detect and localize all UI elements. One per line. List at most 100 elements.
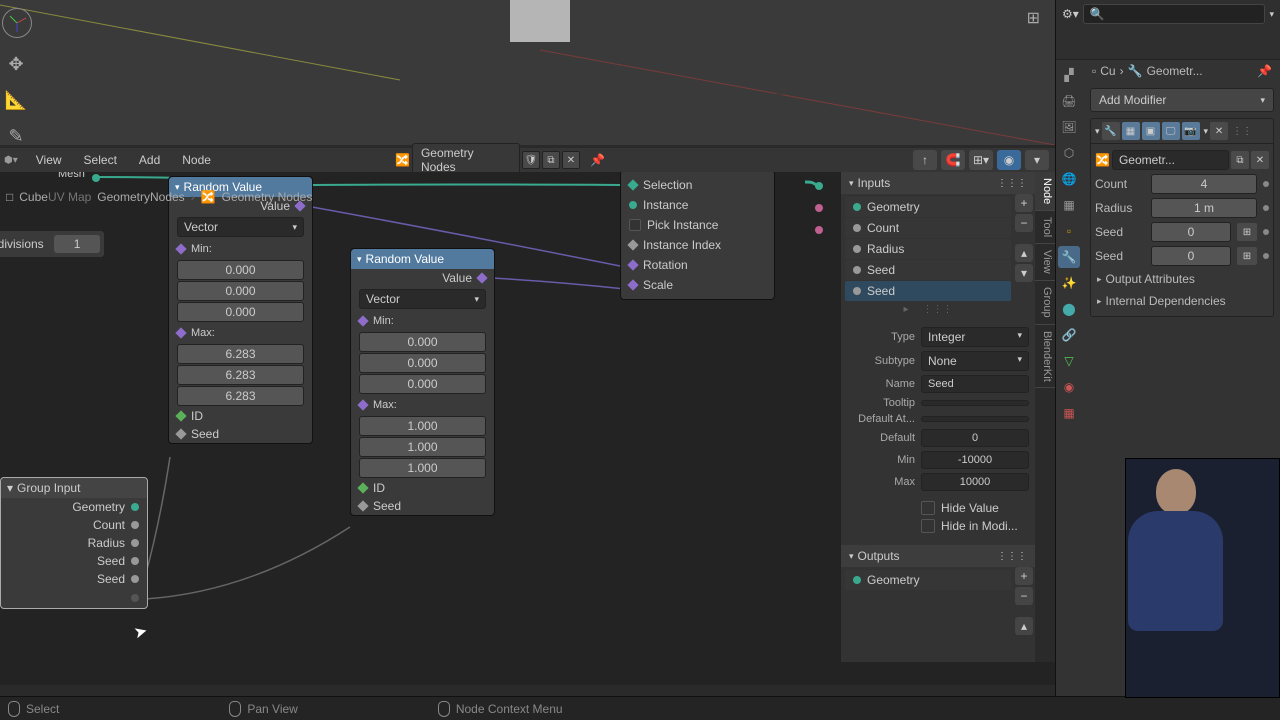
snap-menu[interactable]: ⊞▾ (969, 150, 993, 170)
collapse-icon[interactable]: ▾ (7, 481, 13, 495)
add-input-button[interactable]: + (1015, 194, 1033, 212)
pin-icon[interactable]: 📌 (1257, 64, 1272, 78)
add-modifier-button[interactable]: Add Modifier▾ (1090, 88, 1274, 112)
mod-toggle-2[interactable]: ▣ (1142, 122, 1160, 140)
tab-texture[interactable]: ▦ (1058, 402, 1080, 424)
max-y[interactable]: 6.283 (177, 365, 304, 385)
datatype-select[interactable]: Vector▾ (177, 217, 304, 237)
tab-collection[interactable]: ▦ (1058, 194, 1080, 216)
expand-icon[interactable]: ▸ ⋮⋮⋮ (845, 302, 1011, 317)
tab-particles[interactable]: ✨ (1058, 272, 1080, 294)
subdivisions-field[interactable]: idivisions 1 (0, 230, 105, 258)
mod-tree-unlink[interactable]: ✕ (1251, 151, 1269, 169)
seed-socket-1[interactable] (131, 557, 139, 565)
measure-tool[interactable]: 📐 (2, 86, 30, 114)
count-value[interactable]: 4 (1151, 174, 1257, 194)
node-group-input[interactable]: ▾Group Input Geometry Count Radius Seed … (0, 477, 148, 609)
annotate-tool[interactable]: ✎ (2, 122, 30, 145)
input-item-seed-1[interactable]: Seed (845, 260, 1011, 280)
collapse-icon[interactable]: ▾ (357, 254, 362, 265)
mod-menu-icon[interactable]: ▾ (1204, 126, 1209, 137)
max-field[interactable]: 10000 (921, 473, 1029, 491)
add-output-button[interactable]: + (1015, 567, 1033, 585)
scale-socket[interactable] (627, 279, 638, 290)
radius-socket[interactable] (131, 539, 139, 547)
value-socket[interactable] (476, 272, 487, 283)
out-socket-1[interactable] (815, 182, 823, 190)
remove-output-button[interactable]: − (1015, 587, 1033, 605)
nav-gizmo[interactable] (2, 8, 32, 38)
node-instance-inputs[interactable]: Selection Instance Pick Instance Instanc… (620, 172, 775, 300)
filter-icon[interactable]: ⚙▾ (1062, 7, 1079, 21)
min-x[interactable]: 0.000 (359, 332, 486, 352)
section-internal-deps[interactable]: ▸Internal Dependencies (1095, 290, 1269, 312)
tab-data-mesh[interactable]: ▽ (1058, 350, 1080, 372)
menu-select[interactable]: Select (80, 151, 121, 169)
hide-mod-check[interactable] (921, 519, 935, 533)
inputs-panel-header[interactable]: ▾Inputs⋮⋮⋮ (841, 172, 1035, 194)
collapse-icon[interactable]: ▾ (1095, 126, 1100, 137)
input-item-seed-2[interactable]: Seed (845, 281, 1011, 301)
fake-user-button[interactable]: 🛡 (522, 151, 540, 169)
cursor-tool[interactable]: ✥ (2, 50, 30, 78)
tab-node[interactable]: Node (1035, 172, 1055, 211)
mod-toggle-1[interactable]: ▦ (1122, 122, 1140, 140)
anim-dot[interactable] (1263, 229, 1269, 235)
anim-dot[interactable] (1263, 181, 1269, 187)
input-item-radius[interactable]: Radius (845, 239, 1011, 259)
bc-object[interactable]: CubeUV Map (19, 190, 91, 204)
unlink-tree-button[interactable]: ✕ (562, 151, 580, 169)
node-random-value-1[interactable]: ▾Random Value Value Vector▾ Min: 0.000 0… (168, 176, 313, 444)
out-socket-3[interactable] (815, 226, 823, 234)
tab-output[interactable]: 🖨 (1058, 90, 1080, 112)
group-input-header[interactable]: ▾Group Input (1, 478, 147, 498)
props-search[interactable]: 🔍 (1083, 4, 1266, 24)
tab-physics[interactable]: ⬤ (1058, 298, 1080, 320)
attr-toggle[interactable]: ⊞ (1237, 223, 1257, 241)
tab-object[interactable]: ▫ (1058, 220, 1080, 242)
menu-node[interactable]: Node (178, 151, 215, 169)
overlay-toggle[interactable]: ◉ (997, 150, 1021, 170)
menu-add[interactable]: Add (135, 151, 164, 169)
viewport-3d[interactable]: ⊞ ✥ 📐 ✎ (0, 0, 1055, 145)
node-random-value-2[interactable]: ▾Random Value Value Vector▾ Min: 0.000 0… (350, 248, 495, 516)
datatype-select[interactable]: Vector▾ (359, 289, 486, 309)
anim-dot[interactable] (1263, 205, 1269, 211)
id-socket[interactable] (175, 410, 186, 421)
hide-value-check[interactable] (921, 501, 935, 515)
min-z[interactable]: 0.000 (359, 374, 486, 394)
tab-scene[interactable]: ⬡ (1058, 142, 1080, 164)
max-z[interactable]: 1.000 (359, 458, 486, 478)
outputs-panel-header[interactable]: ▾Outputs⋮⋮⋮ (841, 545, 1035, 567)
mod-tree-name[interactable]: Geometr... (1112, 150, 1229, 170)
overlay-menu[interactable]: ▾ (1025, 150, 1049, 170)
count-socket[interactable] (131, 521, 139, 529)
type-select[interactable]: Integer▾ (921, 327, 1029, 347)
parent-tree-button[interactable]: ↑ (913, 150, 937, 170)
index-socket[interactable] (627, 239, 638, 250)
snap-button[interactable]: 🧲 (941, 150, 965, 170)
tab-world[interactable]: 🌐 (1058, 168, 1080, 190)
grip-icon[interactable]: ⋮⋮ (1232, 126, 1252, 137)
input-item-count[interactable]: Count (845, 218, 1011, 238)
default-field[interactable]: 0 (921, 429, 1029, 447)
bc-subtree[interactable]: Geometry Nodes (222, 190, 313, 204)
min-y[interactable]: 0.000 (359, 353, 486, 373)
seed-socket[interactable] (175, 428, 186, 439)
mod-delete[interactable]: ✕ (1210, 122, 1228, 140)
tab-render[interactable]: ▞ (1058, 64, 1080, 86)
subdiv-value[interactable]: 1 (54, 235, 101, 253)
min-field[interactable]: -10000 (921, 451, 1029, 469)
section-output-attrs[interactable]: ▸Output Attributes (1095, 268, 1269, 290)
tab-view[interactable]: View (1035, 244, 1055, 281)
max-socket[interactable] (357, 399, 368, 410)
instance-socket[interactable] (629, 201, 637, 209)
max-y[interactable]: 1.000 (359, 437, 486, 457)
output-item-geometry[interactable]: Geometry (845, 570, 1011, 590)
menu-view[interactable]: View (32, 151, 66, 169)
bc-tree[interactable]: GeometryNodes (97, 190, 184, 204)
tab-view-layer[interactable]: 🖼 (1058, 116, 1080, 138)
tab-blenderkit[interactable]: BlenderKit (1035, 325, 1055, 389)
min-x[interactable]: 0.000 (177, 260, 304, 280)
attr-toggle[interactable]: ⊞ (1237, 247, 1257, 265)
